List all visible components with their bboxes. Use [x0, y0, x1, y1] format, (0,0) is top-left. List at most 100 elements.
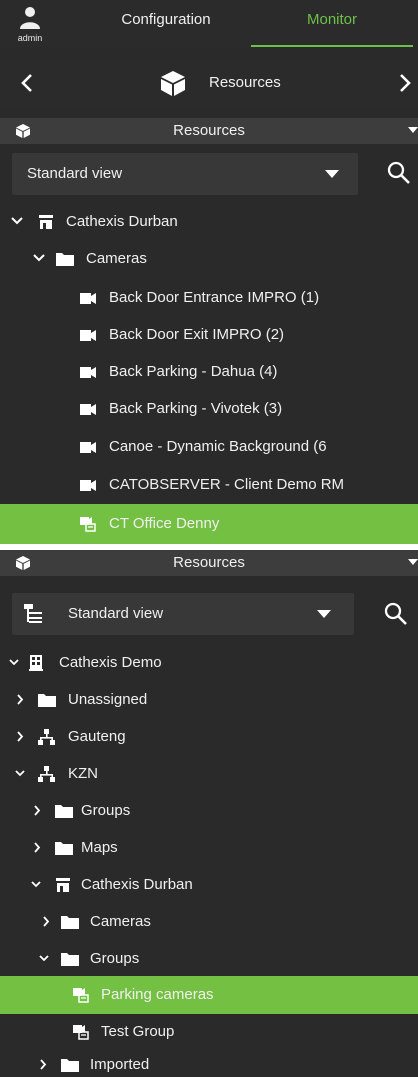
- view-select-value: Standard view: [27, 165, 123, 182]
- tree-node-group-selected[interactable]: Parking cameras: [0, 976, 418, 1014]
- nav-forward-button[interactable]: [390, 68, 418, 98]
- camera-icon: [80, 293, 96, 304]
- chevron-right-icon[interactable]: [40, 1059, 47, 1070]
- search-button[interactable]: [381, 599, 411, 629]
- camera-group-icon: [80, 517, 96, 532]
- tree-node-label: Canoe - Dynamic Background (6: [109, 438, 327, 455]
- camera-group-icon: [73, 988, 89, 1003]
- tree-node-label: Cameras: [90, 913, 151, 930]
- tree-node-label: Back Door Entrance IMPRO (1): [109, 289, 320, 306]
- chevron-right-icon[interactable]: [17, 731, 24, 742]
- user-name: admin: [17, 33, 43, 43]
- tree-view-icon: [24, 604, 42, 623]
- tree-node-label: KZN: [68, 765, 98, 782]
- tree-node-group[interactable]: Test Group: [0, 1013, 418, 1051]
- building-icon: [29, 655, 43, 671]
- tree-node-kzn[interactable]: KZN: [0, 755, 418, 793]
- chevron-right-icon[interactable]: [34, 842, 41, 853]
- camera-group-icon: [73, 1025, 89, 1040]
- chevron-right-icon[interactable]: [34, 805, 41, 816]
- chevron-down-icon[interactable]: [39, 955, 49, 962]
- resources-panel-top: admin Configuration Monitor Resources Re…: [0, 0, 418, 544]
- nav-back-button[interactable]: [12, 68, 42, 98]
- tree-node-label: Gauteng: [68, 728, 126, 745]
- tree-node-label: Cathexis Demo: [59, 654, 162, 671]
- folder-icon: [61, 1059, 79, 1072]
- user-icon: [20, 7, 40, 29]
- tree-node-label: Back Parking - Dahua (4): [109, 363, 278, 380]
- camera-icon: [80, 442, 96, 453]
- folder-icon: [61, 953, 79, 966]
- folder-icon: [38, 694, 56, 707]
- tree-node-group-selected[interactable]: CT Office Denny: [0, 504, 418, 544]
- camera-icon: [80, 480, 96, 491]
- folder-icon: [55, 805, 73, 818]
- folder-icon: [56, 253, 74, 266]
- chevron-right-icon[interactable]: [17, 694, 24, 705]
- tree-node-camera[interactable]: CATOBSERVER - Client Demo RM: [0, 466, 418, 504]
- caret-down-icon: [408, 559, 418, 565]
- dropdown-arrow-icon: [317, 610, 331, 618]
- tree-node-site-cameras[interactable]: Cameras: [0, 903, 418, 941]
- tree-node-imported[interactable]: Imported: [0, 1050, 418, 1077]
- tree-node-label: CT Office Denny: [109, 515, 220, 532]
- tree-node-camera[interactable]: Back Parking - Vivotek (3): [0, 390, 418, 428]
- tree-node-unassigned[interactable]: Unassigned: [0, 681, 418, 719]
- tree-node-label: Cathexis Durban: [81, 876, 193, 893]
- tree-node-folder-cameras[interactable]: Cameras: [0, 240, 418, 278]
- tree-node-label: Groups: [81, 802, 131, 819]
- nav-title: Resources: [209, 74, 281, 91]
- view-select-value: Standard view: [68, 605, 164, 622]
- tree-node-site[interactable]: Cathexis Durban: [0, 866, 418, 904]
- resources-nav-bar: Resources: [0, 58, 418, 110]
- tree-node-label: CATOBSERVER - Client Demo RM: [109, 476, 345, 493]
- tree-node-label: Cathexis Durban: [66, 213, 178, 230]
- tree-node-label: Imported: [90, 1056, 150, 1073]
- tree-node-kzn-maps[interactable]: Maps: [0, 829, 418, 867]
- folder-icon: [55, 842, 73, 855]
- tab-monitor[interactable]: Monitor: [251, 0, 413, 47]
- tree-node-root[interactable]: Cathexis Demo: [0, 644, 418, 682]
- view-select[interactable]: Standard view: [12, 153, 358, 195]
- resources-section-header[interactable]: Resources: [0, 550, 418, 576]
- tree-node-camera[interactable]: Back Parking - Dahua (4): [0, 353, 418, 391]
- tree-node-camera[interactable]: Back Door Entrance IMPRO (1): [0, 279, 418, 317]
- chevron-down-icon[interactable]: [31, 881, 41, 888]
- admin-user-button[interactable]: admin: [12, 5, 48, 45]
- chevron-right-icon: [400, 74, 411, 92]
- resources-section-header[interactable]: Resources: [0, 118, 418, 144]
- chevron-right-icon[interactable]: [43, 916, 50, 927]
- camera-icon: [80, 404, 96, 415]
- view-select[interactable]: Standard view: [12, 593, 354, 635]
- dropdown-arrow-icon: [325, 170, 339, 178]
- tree-node-label: Back Parking - Vivotek (3): [109, 400, 283, 417]
- tree-node-camera[interactable]: Canoe - Dynamic Background (6: [0, 428, 418, 466]
- tree-node-gauteng[interactable]: Gauteng: [0, 718, 418, 756]
- tree-node-kzn-groups[interactable]: Groups: [0, 792, 418, 830]
- folder-icon: [61, 916, 79, 929]
- resources-panel-bottom: Resources Standard view Cathexis Demo Un…: [0, 550, 418, 1077]
- tree-node-label: Maps: [81, 839, 118, 856]
- chevron-down-icon[interactable]: [15, 770, 25, 777]
- camera-icon: [80, 367, 96, 378]
- chevron-down-icon[interactable]: [11, 217, 23, 225]
- section-title: Resources: [173, 554, 245, 571]
- tree-node-site-groups[interactable]: Groups: [0, 940, 418, 978]
- hierarchy-icon: [38, 766, 55, 782]
- top-tab-bar: admin Configuration Monitor: [0, 0, 418, 47]
- chevron-down-icon[interactable]: [33, 254, 45, 262]
- tree-node-label: Groups: [90, 950, 140, 967]
- search-icon: [387, 161, 410, 184]
- chevron-down-icon[interactable]: [9, 659, 19, 666]
- site-icon: [56, 878, 70, 892]
- tree-node-label: Back Door Exit IMPRO (2): [109, 326, 285, 343]
- tree-node-label: Unassigned: [68, 691, 148, 708]
- section-title: Resources: [173, 122, 245, 139]
- tree-node-label: Parking cameras: [101, 986, 214, 1003]
- tree-node-label: Test Group: [101, 1023, 175, 1040]
- tree-node-camera[interactable]: Back Door Exit IMPRO (2): [0, 316, 418, 354]
- search-button[interactable]: [384, 158, 414, 188]
- tab-configuration[interactable]: Configuration: [84, 0, 248, 45]
- hierarchy-icon: [38, 729, 55, 745]
- tree-node-site[interactable]: Cathexis Durban: [0, 203, 418, 241]
